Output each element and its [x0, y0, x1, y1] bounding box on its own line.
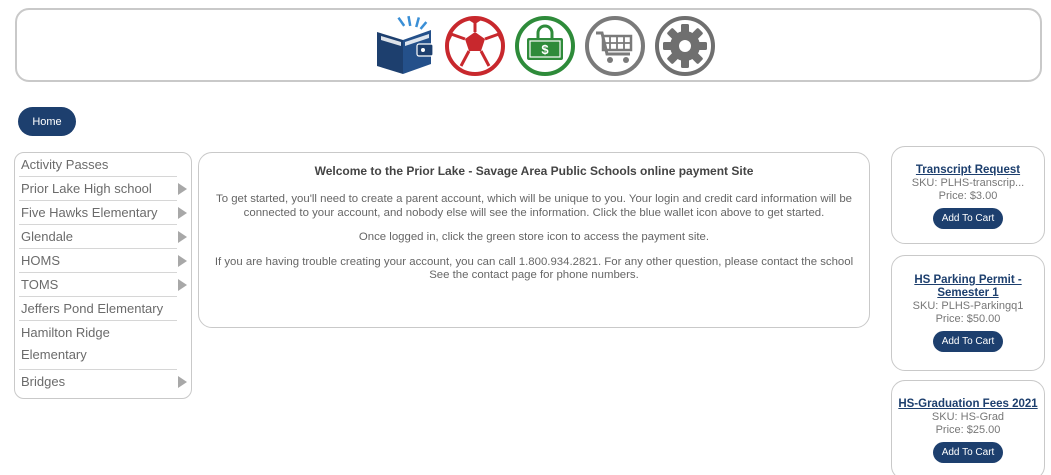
product-sku: SKU: HS-Grad: [931, 411, 1005, 423]
product-card-transcript-request: Transcript Request SKU: PLHS-transcrip..…: [891, 146, 1045, 244]
sidebar-item-toms[interactable]: TOMS: [19, 273, 187, 297]
product-card-hs-parking-permit: HS Parking Permit - Semester 1 SKU: PLHS…: [891, 255, 1045, 371]
sidebar-item-label: Hamilton Ridge Elementary: [21, 325, 110, 362]
add-to-cart-button[interactable]: Add To Cart: [933, 208, 1003, 229]
welcome-panel: Welcome to the Prior Lake - Savage Area …: [198, 152, 870, 328]
sidebar-menu: Activity Passes Prior Lake High school F…: [14, 152, 192, 399]
sidebar-item-jeffers-pond-elementary[interactable]: Jeffers Pond Elementary: [19, 297, 177, 321]
sidebar-item-bridges[interactable]: Bridges: [19, 370, 187, 393]
product-sku: SKU: PLHS-Parkingq1: [912, 300, 1024, 312]
sidebar-item-label: HOMS: [21, 253, 60, 268]
product-sku: SKU: PLHS-transcrip...: [911, 177, 1025, 189]
chevron-right-icon: [178, 207, 187, 219]
chevron-right-icon: [178, 231, 187, 243]
sidebar-item-label: Activity Passes: [21, 157, 109, 172]
chevron-right-icon: [178, 183, 187, 195]
sidebar-item-label: Prior Lake High school: [21, 181, 152, 196]
wallet-icon[interactable]: [373, 14, 437, 78]
home-button[interactable]: Home: [18, 107, 76, 136]
sidebar-item-label: Bridges: [21, 374, 66, 389]
svg-text:$: $: [541, 42, 549, 57]
product-name-link[interactable]: HS-Graduation Fees 2021: [892, 398, 1044, 411]
sidebar-item-label: Glendale: [21, 229, 74, 244]
header-icon-row: $: [373, 14, 717, 78]
gear-icon[interactable]: [653, 14, 717, 78]
sidebar-item-label: Five Hawks Elementary: [21, 205, 158, 220]
sidebar-item-activity-passes[interactable]: Activity Passes: [19, 153, 177, 177]
sidebar-item-hamilton-ridge-elementary[interactable]: Hamilton Ridge Elementary: [19, 321, 177, 370]
soccer-ball-icon[interactable]: [443, 14, 507, 78]
sidebar-item-prior-lake-high-school[interactable]: Prior Lake High school: [19, 177, 187, 201]
money-lock-icon[interactable]: $: [513, 14, 577, 78]
sidebar-item-glendale[interactable]: Glendale: [19, 225, 187, 249]
header-bar: $: [15, 8, 1042, 82]
sidebar-item-five-hawks-elementary[interactable]: Five Hawks Elementary: [19, 201, 187, 225]
product-price: Price: $3.00: [938, 190, 998, 202]
product-price: Price: $50.00: [935, 313, 1001, 325]
add-to-cart-button[interactable]: Add To Cart: [933, 331, 1003, 352]
welcome-paragraph-store: Once logged in, click the green store ic…: [358, 231, 710, 243]
sidebar-item-homs[interactable]: HOMS: [19, 249, 187, 273]
chevron-right-icon: [178, 255, 187, 267]
product-name-link[interactable]: Transcript Request: [898, 164, 1038, 177]
product-name-link[interactable]: HS Parking Permit - Semester 1: [910, 274, 1026, 300]
product-card-hs-graduation-fees: HS-Graduation Fees 2021 SKU: HS-Grad Pri…: [891, 380, 1045, 475]
add-to-cart-button[interactable]: Add To Cart: [933, 442, 1003, 463]
sidebar-item-label: Jeffers Pond Elementary: [21, 301, 164, 316]
sidebar-item-label: TOMS: [21, 277, 59, 292]
chevron-right-icon: [178, 279, 187, 291]
welcome-paragraph-help: If you are having trouble creating your …: [214, 255, 854, 282]
chevron-right-icon: [178, 376, 187, 388]
shopping-cart-icon[interactable]: [583, 14, 647, 78]
product-price: Price: $25.00: [935, 424, 1001, 436]
welcome-title: Welcome to the Prior Lake - Savage Area …: [314, 164, 754, 178]
welcome-paragraph-intro: To get started, you'll need to create a …: [216, 193, 852, 219]
